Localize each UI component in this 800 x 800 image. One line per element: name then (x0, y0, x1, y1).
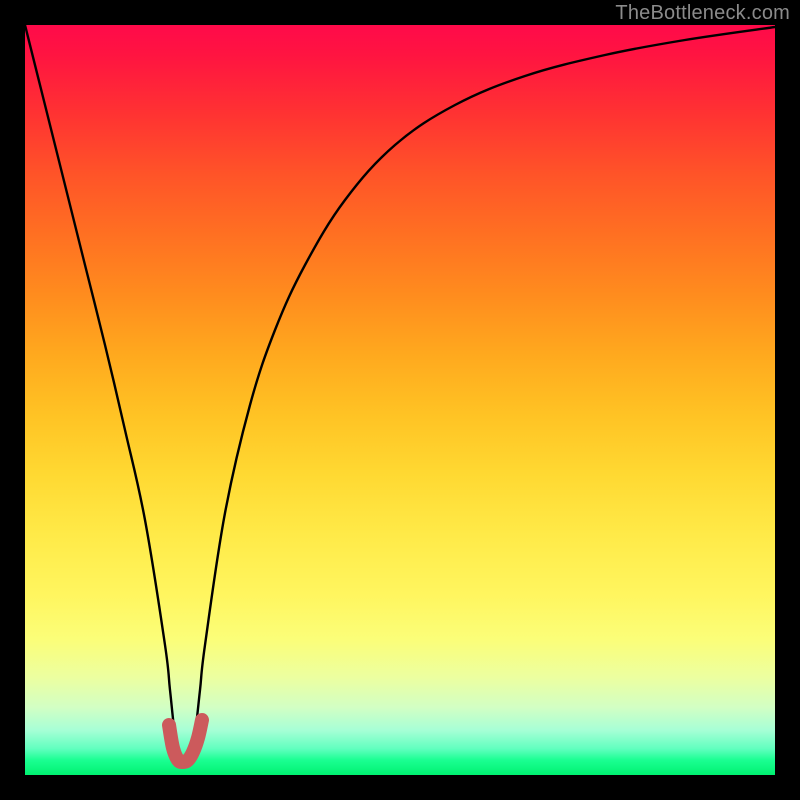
curve-svg (25, 25, 775, 775)
watermark-text: TheBottleneck.com (615, 2, 790, 25)
bottleneck-curve (25, 25, 775, 758)
highlight-minimum (169, 720, 202, 762)
outer-frame: TheBottleneck.com (0, 0, 800, 800)
plot-area (25, 25, 775, 775)
